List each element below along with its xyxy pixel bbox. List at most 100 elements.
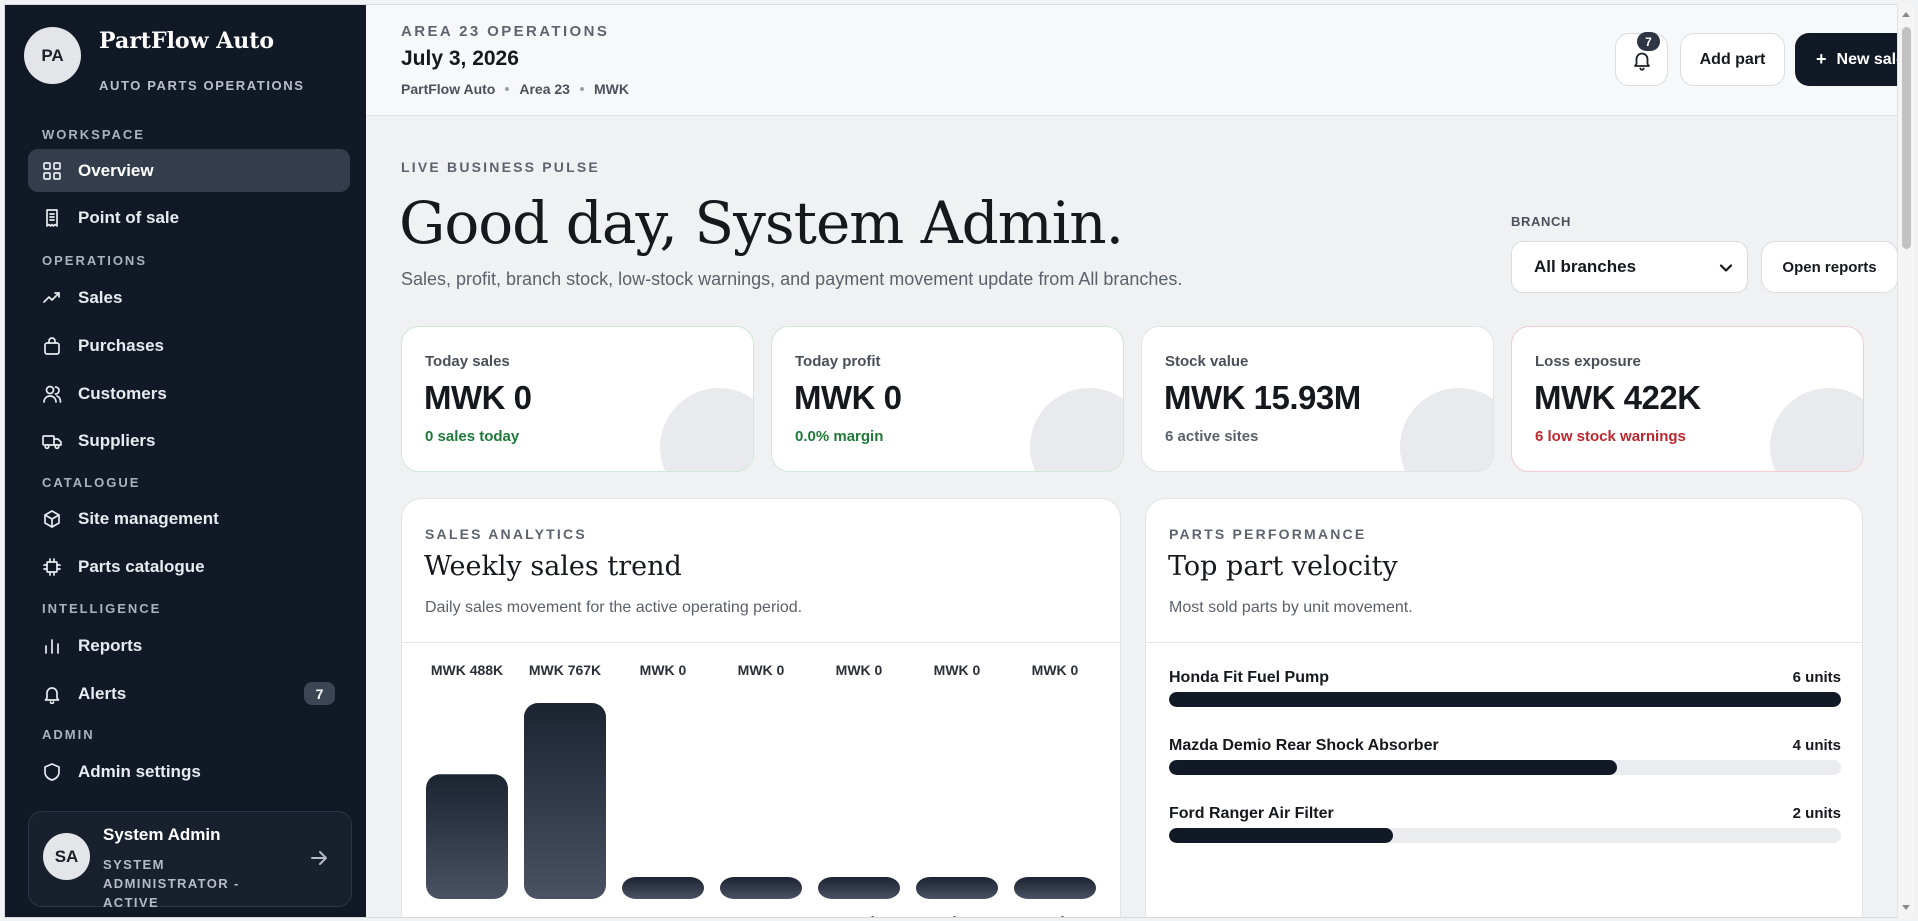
nav-section-intelligence: INTELLIGENCE <box>42 601 162 616</box>
velocity-track <box>1169 692 1841 707</box>
sidebar-item-label: Overview <box>78 160 154 180</box>
chart-x-tick-label: Thu <box>943 914 971 918</box>
sidebar-item-site-management[interactable]: Site management <box>28 497 350 540</box>
decorative-circle <box>1030 388 1123 471</box>
sidebar-item-parts-catalogue[interactable]: Parts catalogue <box>28 545 350 588</box>
add-part-button[interactable]: Add part <box>1680 33 1785 86</box>
open-reports-button[interactable]: Open reports <box>1761 241 1898 293</box>
velocity-track <box>1169 760 1841 775</box>
sidebar-item-suppliers[interactable]: Suppliers <box>28 419 350 462</box>
top-bar: AREA 23 OPERATIONS July 3, 2026 PartFlow… <box>366 5 1903 116</box>
notifications-button[interactable]: 7 <box>1615 32 1668 86</box>
alerts-count-badge: 7 <box>304 682 335 705</box>
chart-data-label: MWK 0 <box>836 662 883 678</box>
branch-label: BRANCH <box>1511 214 1571 229</box>
decorative-circle <box>1400 388 1493 471</box>
stat-value: MWK 0 <box>424 379 532 416</box>
nav-section-operations: OPERATIONS <box>42 253 147 268</box>
user-name: System Admin <box>103 825 221 844</box>
chart-bar-sat[interactable] <box>426 774 508 899</box>
velocity-fill <box>1169 828 1393 843</box>
sidebar-item-sales[interactable]: Sales <box>28 276 350 319</box>
sidebar-item-label: Site management <box>78 508 219 528</box>
vertical-scrollbar[interactable] <box>1897 4 1914 918</box>
breadcrumb-item[interactable]: Area 23 <box>519 81 570 97</box>
arrow-right-icon[interactable] <box>309 848 329 868</box>
pulse-kicker: LIVE BUSINESS PULSE <box>401 159 600 175</box>
sidebar-item-customers[interactable]: Customers <box>28 372 350 415</box>
scroll-up-icon[interactable] <box>1902 12 1910 17</box>
breadcrumb-separator <box>579 87 584 91</box>
sidebar-item-overview[interactable]: Overview <box>28 149 350 192</box>
notification-count-badge: 7 <box>1637 32 1660 51</box>
chart-data-label: MWK 767K <box>529 662 601 678</box>
sidebar-item-purchases[interactable]: Purchases <box>28 324 350 367</box>
chart-bar-sun[interactable] <box>524 703 606 899</box>
stat-subtext: 0 sales today <box>425 428 520 445</box>
chevron-down-icon <box>1719 260 1733 274</box>
stat-card-today-sales[interactable]: Today sales MWK 0 0 sales today <box>401 326 754 472</box>
breadcrumb-separator <box>505 87 510 91</box>
parts-performance-panel: PARTS PERFORMANCE Top part velocity Most… <box>1145 498 1863 917</box>
brand[interactable]: PA PartFlow Auto AUTO PARTS OPERATIONS <box>24 27 305 93</box>
chart-bar-tue[interactable] <box>720 877 802 899</box>
new-sale-label: New sale <box>1836 50 1904 68</box>
list-item[interactable]: Ford Ranger Air Filter 2 units <box>1169 805 1841 855</box>
plus-icon: + <box>1816 49 1827 69</box>
sidebar-item-point-of-sale[interactable]: Point of sale <box>28 196 350 239</box>
stat-label: Today profit <box>795 353 881 370</box>
part-units: 2 units <box>1792 805 1841 822</box>
users-icon <box>42 384 62 404</box>
stat-card-loss-exposure[interactable]: Loss exposure MWK 422K 6 low stock warni… <box>1511 326 1864 472</box>
area-label: AREA 23 OPERATIONS <box>401 23 610 40</box>
sidebar-item-label: Reports <box>78 635 143 655</box>
panel-kicker: PARTS PERFORMANCE <box>1169 526 1367 542</box>
panel-title: Weekly sales trend <box>424 551 682 582</box>
stat-card-today-profit[interactable]: Today profit MWK 0 0.0% margin <box>771 326 1124 472</box>
chart-x-tick-label: Wed <box>843 914 874 918</box>
sidebar-item-label: Alerts <box>78 683 127 703</box>
sidebar-item-label: Purchases <box>78 335 164 355</box>
part-units: 6 units <box>1792 669 1841 686</box>
stat-value: MWK 15.93M <box>1164 379 1361 416</box>
stat-value: MWK 422K <box>1534 379 1701 416</box>
panel-description: Daily sales movement for the active oper… <box>425 599 803 616</box>
chart-x-tick-label: Mon <box>648 914 679 918</box>
stat-card-stock-value[interactable]: Stock value MWK 15.93M 6 active sites <box>1141 326 1494 472</box>
velocity-fill <box>1169 692 1841 707</box>
list-item[interactable]: Honda Fit Fuel Pump 6 units <box>1169 669 1841 719</box>
chart-bar-fri[interactable] <box>1014 877 1096 899</box>
nav-section-workspace: WORKSPACE <box>42 127 145 142</box>
branch-select-value: All branches <box>1534 257 1637 276</box>
chart-bar-mon[interactable] <box>622 877 704 899</box>
sales-bar-chart: MWK 488K Sat MWK 767K Sun MWK 0 Mon MWK 0 Tue MW… <box>426 662 1096 918</box>
chart-bar-thu[interactable] <box>916 877 998 899</box>
stat-subtext: 6 active sites <box>1165 428 1259 445</box>
chart-x-tick-label: Fri <box>1045 914 1064 918</box>
bar-chart-icon <box>42 636 62 656</box>
sidebar-item-label: Suppliers <box>78 430 156 450</box>
nav-section-admin: ADMIN <box>42 727 95 742</box>
list-item[interactable]: Mazda Demio Rear Shock Absorber 4 units <box>1169 737 1841 787</box>
chart-bar-wed[interactable] <box>818 877 900 899</box>
sidebar-item-alerts[interactable]: Alerts 7 <box>28 672 350 715</box>
user-card[interactable]: SA System Admin SYSTEM ADMINISTRATOR - A… <box>28 811 352 910</box>
scrollbar-thumb[interactable] <box>1902 27 1911 249</box>
branch-select[interactable]: All branches <box>1511 241 1748 293</box>
bell-icon <box>42 684 62 704</box>
chart-data-label: MWK 0 <box>640 662 687 678</box>
sidebar-item-admin-settings[interactable]: Admin settings <box>28 750 350 793</box>
truck-icon <box>42 431 62 451</box>
breadcrumb-item[interactable]: PartFlow Auto <box>401 81 495 97</box>
stat-label: Stock value <box>1165 353 1249 370</box>
part-units: 4 units <box>1792 737 1841 754</box>
chart-data-label: MWK 0 <box>1032 662 1079 678</box>
avatar: SA <box>43 833 90 880</box>
breadcrumb: PartFlow Auto Area 23 MWK <box>401 81 629 97</box>
chart-x-tick-label: Tue <box>748 914 774 918</box>
scroll-down-icon[interactable] <box>1902 905 1910 910</box>
sidebar-item-reports[interactable]: Reports <box>28 624 350 667</box>
divider <box>1146 642 1862 643</box>
main-content: AREA 23 OPERATIONS July 3, 2026 PartFlow… <box>366 5 1903 917</box>
new-sale-button[interactable]: + New sale <box>1795 33 1904 86</box>
